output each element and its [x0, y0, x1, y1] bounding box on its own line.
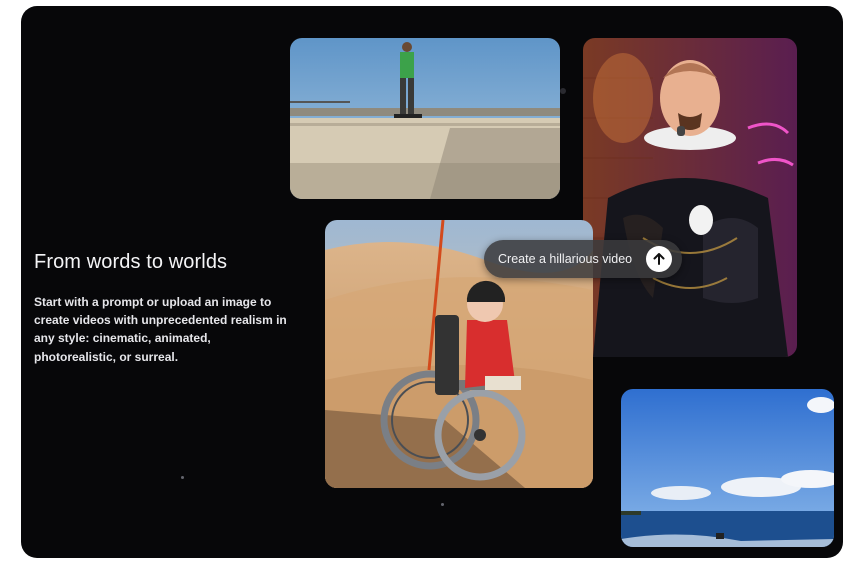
hero-panel: From words to worlds Start with a prompt… [21, 6, 843, 558]
decorative-dot [560, 88, 566, 94]
arrow-up-icon[interactable] [646, 246, 673, 272]
star-decoration [181, 476, 184, 479]
prompt-pill-label: Create a hillarious video [498, 252, 633, 266]
gallery-card-ocean[interactable] [621, 389, 834, 547]
star-decoration [441, 503, 444, 506]
performer-image [583, 38, 797, 357]
ocean-image [621, 389, 834, 547]
hero-title: From words to worlds [34, 251, 228, 273]
hero-description: Start with a prompt or upload an image t… [34, 295, 287, 364]
skateboarder-image [290, 38, 560, 199]
prompt-pill[interactable]: Create a hillarious video [484, 240, 683, 278]
gallery-card-performer[interactable] [583, 38, 797, 357]
gallery-card-skateboarder[interactable] [290, 38, 560, 199]
